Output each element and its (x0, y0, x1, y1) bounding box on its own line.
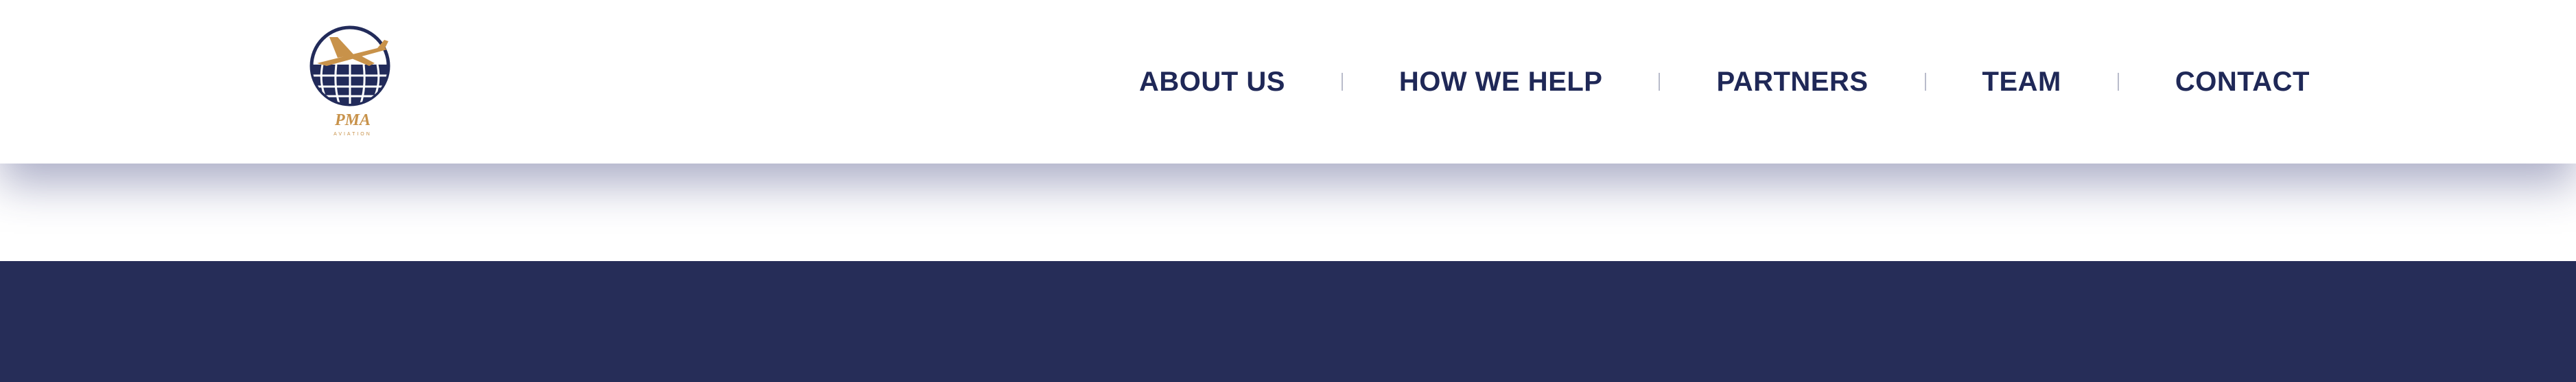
site-header: PMA AVIATION ABOUT US HOW WE HELP PARTNE… (0, 0, 2576, 164)
logo-link[interactable]: PMA AVIATION (309, 23, 399, 140)
nav-separator (1341, 73, 1343, 91)
nav-item-team[interactable]: TEAM (1982, 67, 2061, 98)
hero-section (0, 261, 2576, 382)
nav-separator (2117, 73, 2119, 91)
nav-item-contact[interactable]: CONTACT (2175, 67, 2310, 98)
main-navigation: ABOUT US HOW WE HELP PARTNERS TEAM CONTA… (1139, 59, 2310, 104)
nav-item-partners[interactable]: PARTNERS (1716, 67, 1868, 98)
header-shadow-spacer (0, 164, 2576, 261)
nav-separator (1924, 73, 1926, 91)
logo-wordmark: PMA (334, 111, 371, 129)
logo-subtext: AVIATION (333, 132, 372, 137)
airplane-globe-logo-icon: PMA AVIATION (309, 25, 390, 137)
nav-separator (1659, 73, 1661, 91)
nav-item-how-we-help[interactable]: HOW WE HELP (1399, 67, 1603, 98)
nav-item-about-us[interactable]: ABOUT US (1139, 67, 1285, 98)
